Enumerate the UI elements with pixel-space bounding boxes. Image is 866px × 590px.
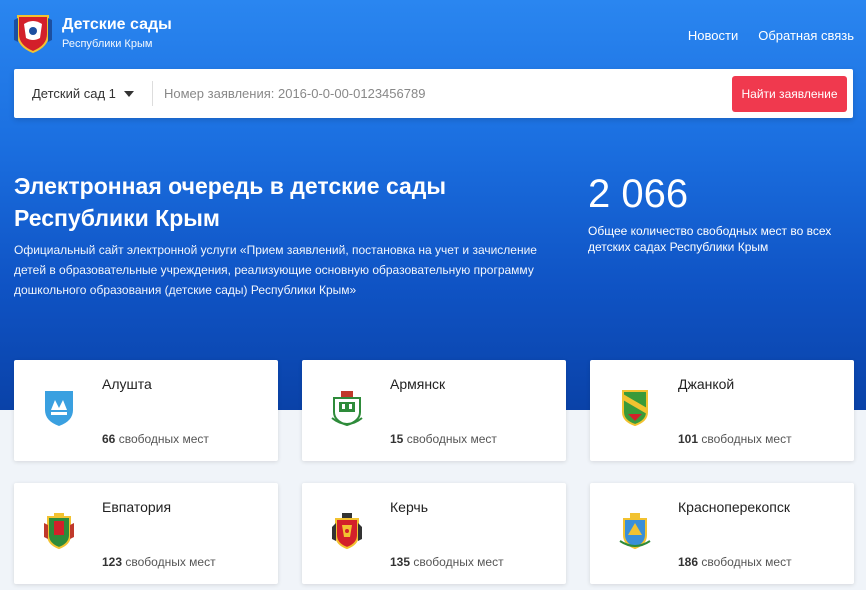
nav-link-news[interactable]: Новости <box>688 28 738 43</box>
city-name: Керчь <box>390 499 429 515</box>
free-places-label: Общее количество свободных мест во всех … <box>588 224 832 254</box>
city-card-krasnoperekopsk[interactable]: Красноперекопск 186 свободных мест <box>590 483 854 584</box>
evpatoria-emblem-icon <box>44 513 74 550</box>
free-places-count: 123 свободных мест <box>102 555 216 569</box>
city-card-kerch[interactable]: Керчь 135 свободных мест <box>302 483 566 584</box>
search-divider <box>152 81 153 106</box>
city-card-dzhankoy[interactable]: Джанкой 101 свободных мест <box>590 360 854 461</box>
page-title: Электронная очередь в детские сады Респу… <box>14 173 447 231</box>
free-places-count: 135 свободных мест <box>390 555 504 569</box>
free-places-count: 66 свободных мест <box>102 432 209 446</box>
free-places-count: 186 свободных мест <box>678 555 792 569</box>
city-name: Армянск <box>390 376 446 392</box>
krasnoperekopsk-emblem-icon <box>619 513 651 550</box>
page-description: Официальный сайт электронной услуги «При… <box>14 243 537 297</box>
kerch-emblem-icon <box>332 513 362 550</box>
application-number-input[interactable] <box>164 78 724 109</box>
site-title[interactable]: Детские сады <box>62 16 172 34</box>
free-places-total: 2 066 <box>588 172 689 216</box>
nav-link-feedback[interactable]: Обратная связь <box>758 28 854 43</box>
dzhankoy-emblem-icon <box>622 390 648 427</box>
chevron-down-icon[interactable] <box>124 91 134 97</box>
free-places-count: 101 свободных мест <box>678 432 792 446</box>
crimea-coat-of-arms-logo[interactable] <box>14 12 52 54</box>
armyansk-emblem-icon <box>331 391 363 427</box>
top-nav: Новости Обратная связь <box>688 28 854 43</box>
free-places-count: 15 свободных мест <box>390 432 497 446</box>
kindergarten-select-value: Детский сад 1 <box>32 86 116 101</box>
city-name: Красноперекопск <box>678 499 790 515</box>
city-name: Алушта <box>102 376 152 392</box>
city-name: Джанкой <box>678 376 735 392</box>
city-card-alushta[interactable]: Алушта 66 свободных мест <box>14 360 278 461</box>
city-name: Евпатория <box>102 499 172 515</box>
application-search-bar: Детский сад 1 Найти заявление <box>14 69 853 118</box>
find-application-button[interactable]: Найти заявление <box>732 76 847 112</box>
city-card-evpatoria[interactable]: Евпатория 123 свободных мест <box>14 483 278 584</box>
city-card-armyansk[interactable]: Армянск 15 свободных мест <box>302 360 566 461</box>
alushta-emblem-icon <box>45 391 73 426</box>
site-subtitle: Республики Крым <box>62 38 153 50</box>
